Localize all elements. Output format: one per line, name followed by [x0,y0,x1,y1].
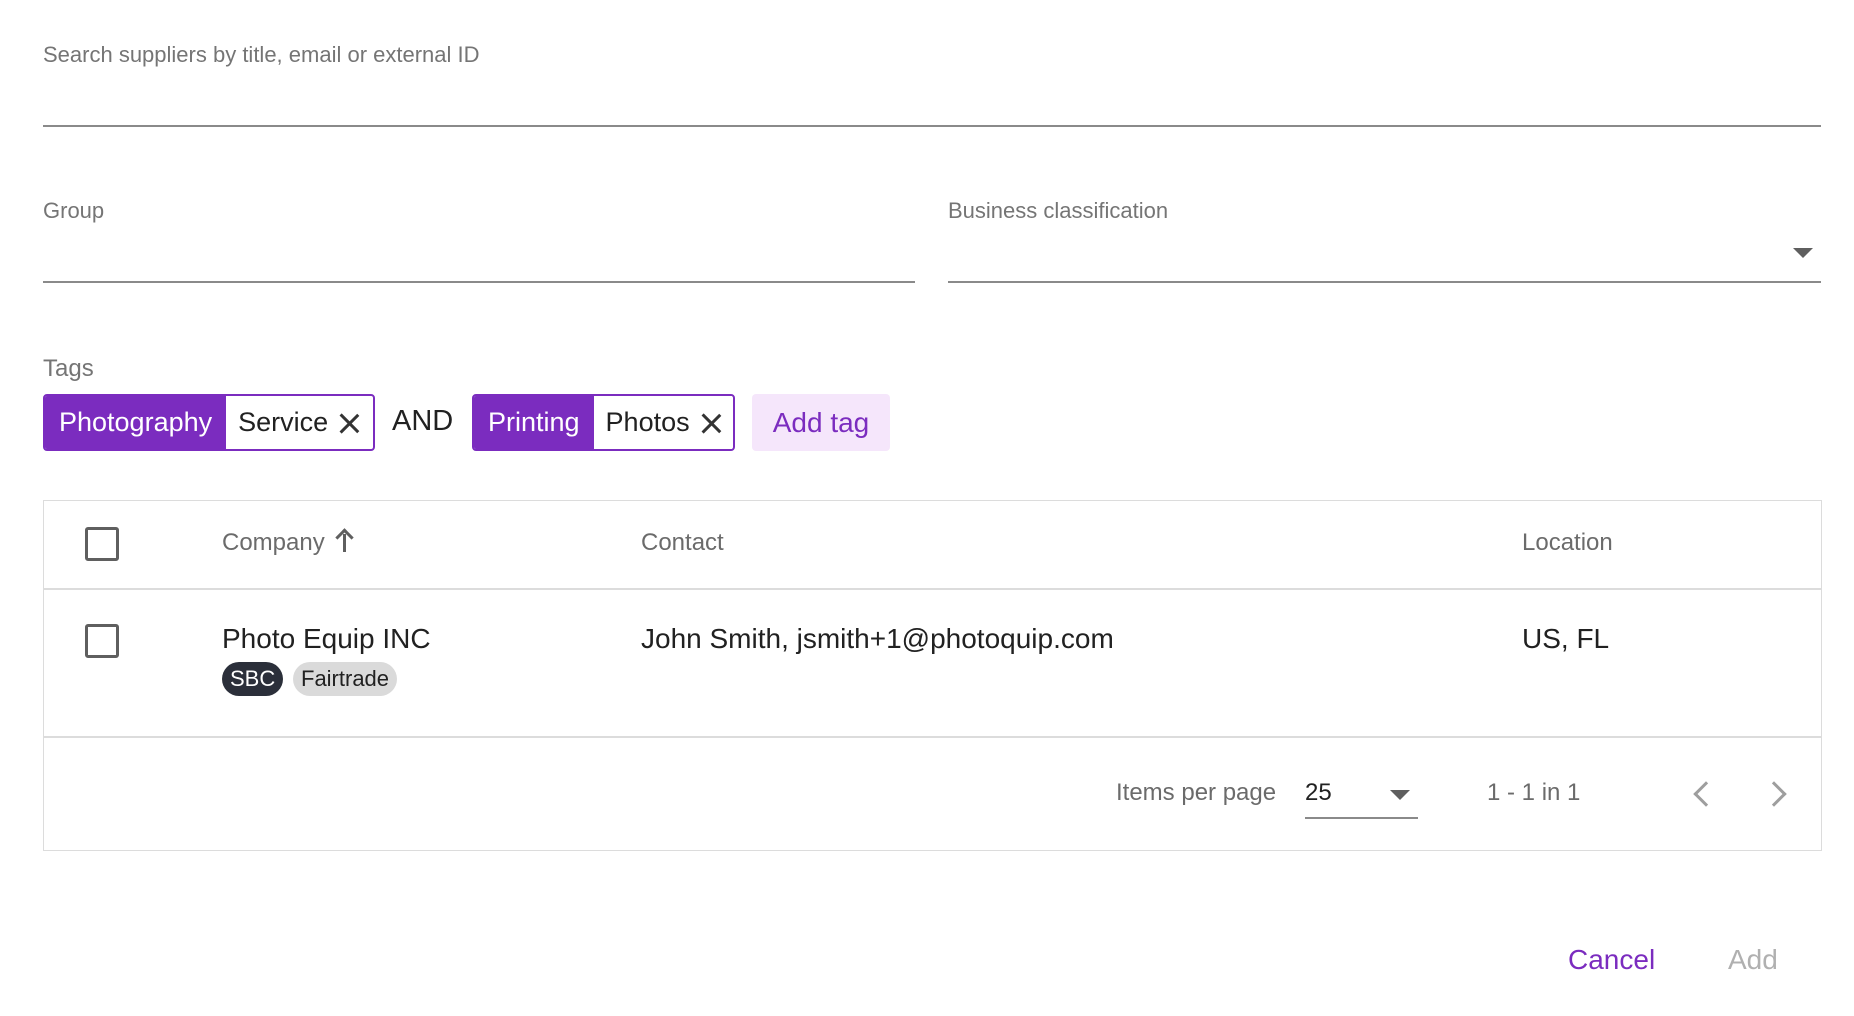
items-per-page-value: 25 [1305,779,1332,806]
tag-value-text: Service [238,407,329,437]
close-icon[interactable] [338,412,360,434]
row-contact: John Smith, jsmith+1@photoquip.com [641,623,1114,654]
group-label: Group [43,198,105,223]
add-button[interactable]: Add [1728,944,1778,976]
chevron-left-icon[interactable] [1693,781,1719,807]
close-icon[interactable] [700,412,722,434]
page-range: 1 - 1 in 1 [1487,779,1581,806]
footer-divider [44,736,1821,738]
search-placeholder: Search suppliers by title, email or exte… [43,42,480,67]
suppliers-table: Company Contact Location Photo Equip INC… [43,500,1822,851]
search-underline [43,125,1821,127]
tags-label: Tags [43,355,94,382]
tag-category: Printing [474,396,594,449]
tag-operator: AND [392,405,454,437]
chevron-right-icon[interactable] [1761,781,1787,807]
header-divider [44,588,1821,590]
cancel-button[interactable]: Cancel [1568,944,1655,976]
row-company: Photo Equip INC [222,623,431,654]
tag-value: Service [226,396,371,449]
group-underline [43,281,915,283]
business-classification-select[interactable]: Business classification [948,186,1821,283]
tag-filter-photography[interactable]: Photography Service [43,394,375,451]
badge-fairtrade: Fairtrade [293,662,398,696]
column-header-contact[interactable]: Contact [641,529,724,557]
row-checkbox[interactable] [85,624,119,658]
items-per-page-select[interactable]: 25 [1305,769,1418,819]
column-header-location[interactable]: Location [1522,529,1613,557]
business-classification-label: Business classification [948,198,1169,223]
row-location: US, FL [1522,623,1610,654]
search-input[interactable]: Search suppliers by title, email or exte… [43,30,1821,127]
column-header-company[interactable]: Company [222,529,353,557]
items-per-page-label: Items per page [1116,779,1277,806]
dropdown-arrow-icon[interactable] [1793,248,1813,258]
select-all-checkbox[interactable] [85,527,119,561]
add-tag-button[interactable]: Add tag [752,394,890,451]
tag-value: Photos [593,396,732,449]
tag-filter-printing[interactable]: Printing Photos [472,394,735,451]
tag-value-text: Photos [605,407,690,437]
badge-sbc: SBC [222,662,284,696]
column-header-company-label: Company [222,529,325,556]
sort-arrow-up-icon [337,530,353,552]
tag-category: Photography [45,396,227,449]
dropdown-arrow-icon [1390,790,1410,800]
business-classification-underline [948,281,1821,283]
group-field[interactable]: Group [43,186,915,283]
items-per-page-underline [1305,817,1418,819]
